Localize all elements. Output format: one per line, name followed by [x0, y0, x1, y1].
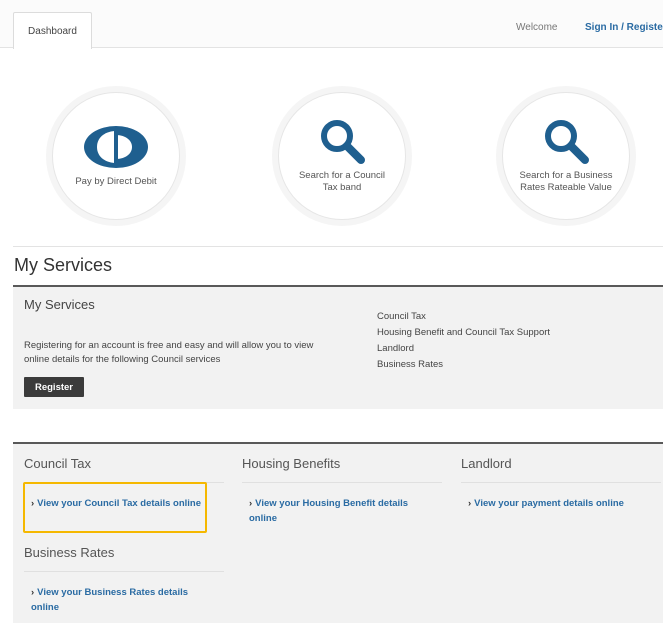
chevron-right-icon: › — [249, 498, 253, 509]
link-text: View your Business Rates details online — [31, 587, 189, 613]
direct-debit-icon — [84, 126, 148, 168]
search-icon — [321, 120, 365, 164]
chevron-right-icon: › — [31, 587, 35, 598]
council-tax-title: Council Tax — [24, 456, 91, 471]
search-icon — [545, 120, 589, 164]
pay-by-direct-debit-button[interactable]: Pay by Direct Debit — [52, 92, 180, 220]
top-bar: Dashboard Welcome Sign In / Register — [0, 0, 663, 49]
divider — [461, 482, 661, 483]
business-rates-details-link[interactable]: › View your Business Rates details online — [31, 585, 216, 615]
housing-benefit-details-link[interactable]: › View your Housing Benefit details onlin… — [249, 496, 434, 526]
link-text: View your Housing Benefit details online — [249, 498, 409, 524]
services-list: Council Tax Housing Benefit and Council … — [377, 309, 550, 373]
quick-link-label: Search for a Business Rates Rateable Val… — [519, 170, 613, 193]
sign-in-register-link[interactable]: Sign In / Register — [585, 22, 663, 33]
landlord-title: Landlord — [461, 456, 512, 471]
page-section-title: My Services — [14, 255, 113, 275]
divider — [242, 482, 442, 483]
search-council-tax-band-button[interactable]: Search for a Council Tax band — [278, 92, 406, 220]
housing-benefits-title: Housing Benefits — [242, 456, 341, 471]
quick-link-label: Search for a Council Tax band — [298, 170, 386, 193]
payment-details-link[interactable]: › View your payment details online — [468, 496, 658, 511]
quick-link-label: Pay by Direct Debit — [75, 176, 157, 187]
panel-description: Registering for an account is free and e… — [24, 340, 314, 365]
register-button[interactable]: Register — [24, 377, 84, 397]
tab-dashboard[interactable]: Dashboard — [13, 12, 92, 49]
divider — [13, 246, 663, 247]
list-item: Business Rates — [377, 359, 444, 370]
highlight-box — [23, 482, 207, 533]
list-item: Housing Benefit and Council Tax Support — [377, 327, 551, 338]
list-item: Landlord — [377, 343, 414, 354]
my-services-panel: My Services Registering for an account i… — [13, 285, 663, 409]
welcome-text: Welcome — [516, 22, 558, 33]
panel-title: My Services — [24, 297, 95, 312]
link-text: View your payment details online — [474, 498, 624, 509]
business-rates-title: Business Rates — [24, 545, 115, 560]
list-item: Council Tax — [377, 311, 426, 322]
divider — [24, 571, 224, 572]
search-business-rates-button[interactable]: Search for a Business Rates Rateable Val… — [502, 92, 630, 220]
chevron-right-icon: › — [468, 498, 472, 509]
